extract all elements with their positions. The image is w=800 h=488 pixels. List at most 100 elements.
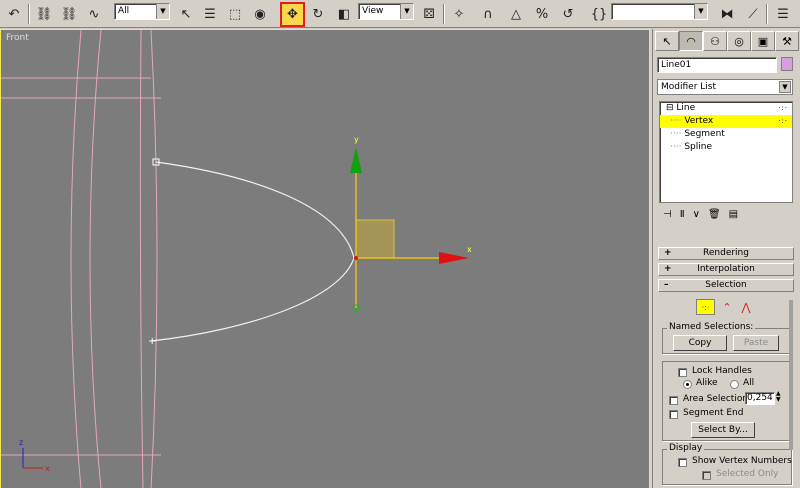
unlink-selection-icon[interactable]: ⛓ [58,3,80,25]
segment-end-checkbox[interactable] [669,410,678,419]
modifier-stack: ⊟ Line ·:· ···· Vertex ·:· ···· Segment … [659,101,793,203]
collapse-icon: – [664,280,669,290]
hierarchy-tab-icon[interactable]: ⚇ [703,31,727,51]
rectangular-selection-icon[interactable]: ⬚ [224,3,246,25]
command-panel-scrollbar[interactable] [789,300,793,450]
align-icon[interactable]: ⟋ [742,3,764,25]
selected-only-label: Selected Only [716,469,779,479]
stack-item-label: Vertex [684,116,714,126]
reference-coordinate-value: View [362,6,384,16]
mirror-icon[interactable]: ⧓ [716,3,738,25]
chevron-down-icon: ▼ [156,4,169,19]
selection-options-group: Lock Handles Alike All Area Selection: 0… [662,361,792,441]
make-unique-icon[interactable]: ∨ [693,209,700,225]
selected-only-checkbox[interactable] [702,471,711,480]
stack-item-vertex[interactable]: ···· Vertex ·:· [660,115,792,128]
undo-icon[interactable]: ↶ [3,3,25,25]
gizmo-y-arrow[interactable] [350,147,362,173]
show-vertex-numbers-label: Show Vertex Numbers [692,456,792,466]
group-title: Named Selections: [667,322,756,332]
vertex-level-icon[interactable]: ·:· [696,299,715,315]
stack-item-line[interactable]: ⊟ Line ·:· [660,102,792,115]
named-selection-set-dropdown[interactable]: ▼ [611,3,708,20]
vertex-handle[interactable]: + [148,336,156,347]
all-radio[interactable] [730,380,739,389]
use-pivot-center-icon[interactable]: ⚄ [418,3,440,25]
modify-tab-icon[interactable]: ◠ [679,31,703,51]
pin-stack-icon[interactable]: ⊣ [663,209,672,225]
select-by-button[interactable]: Select By... [691,422,755,438]
stack-item-spline[interactable]: ···· Spline [660,141,792,154]
configure-modifier-sets-icon[interactable]: ▤ [729,209,738,225]
spline-level-icon[interactable]: ⋀ [737,299,755,315]
tripod-x-label: x [45,464,50,473]
angle-snap-icon[interactable]: △ [505,3,527,25]
rendering-rollout[interactable]: + Rendering [658,247,794,260]
viewport-label[interactable]: Front [6,33,29,43]
lock-handles-label: Lock Handles [692,366,752,376]
bind-to-space-warp-icon[interactable]: ∿ [83,3,105,25]
rollout-title: Rendering [703,248,749,258]
utilities-tab-icon[interactable]: ⚒ [775,31,799,51]
stack-item-label: Spline [684,142,712,152]
select-and-rotate-icon[interactable]: ↻ [307,3,329,25]
snaps-toggle-icon[interactable]: ∩ [477,3,499,25]
chevron-down-icon: ▼ [694,4,707,19]
reference-coordinate-dropdown[interactable]: View ▼ [358,3,414,20]
object-color-swatch[interactable] [781,57,793,71]
select-and-scale-icon[interactable]: ◧ [333,3,355,25]
layer-manager-icon[interactable]: ☰ [772,3,794,25]
toolbar-separator [766,4,768,24]
show-end-result-icon[interactable]: Ⅱ [680,209,685,225]
stack-buttons: ⊣ Ⅱ ∨ 🗑 ▤ [659,209,793,225]
show-vertex-numbers-checkbox[interactable] [678,458,687,467]
command-panel-tabs: ↖ ◠ ⚇ ◎ ▣ ⚒ [655,31,799,53]
spinner-snap-icon[interactable]: ↺ [557,3,579,25]
create-tab-icon[interactable]: ↖ [655,31,679,51]
chevron-down-icon: ▼ [779,81,791,93]
interpolation-rollout[interactable]: + Interpolation [658,263,794,276]
segment-level-icon[interactable]: ⌃ [718,299,736,315]
collapse-icon[interactable]: ⊟ [666,103,674,113]
modifier-list-label: Modifier List [661,82,716,92]
segment-end-label: Segment End [683,408,744,418]
select-and-move-icon[interactable]: ✥ [280,2,305,27]
display-tab-icon[interactable]: ▣ [751,31,775,51]
expand-icon: + [664,248,672,258]
copy-button[interactable]: Copy [673,335,727,351]
object-name-field[interactable]: Line01 [657,57,777,73]
line01-spline[interactable] [150,161,355,342]
gizmo-y-label: y [354,135,359,144]
chevron-down-icon: ▼ [400,4,413,19]
lock-handles-checkbox[interactable] [678,368,687,377]
area-selection-input[interactable]: 0,254 [745,392,775,405]
gizmo-x-arrow[interactable] [439,252,469,264]
remove-modifier-icon[interactable]: 🗑 [708,209,721,225]
area-selection-spinner[interactable]: ▲ ▼ [776,391,781,403]
edit-named-selection-icon[interactable]: {} [588,3,610,25]
expand-icon: + [664,264,672,274]
select-by-name-icon[interactable]: ☰ [199,3,221,25]
alike-radio[interactable] [683,380,692,389]
gizmo-plane-handle[interactable] [355,219,395,259]
window-crossing-icon[interactable]: ◉ [249,3,271,25]
area-selection-checkbox[interactable] [669,396,678,405]
named-selections-group: Named Selections: Copy Paste [662,322,792,354]
select-and-link-icon[interactable]: ⛓ [33,3,55,25]
paste-button[interactable]: Paste [733,335,779,351]
front-viewport[interactable]: + y x z x Front [0,29,650,488]
stack-item-segment[interactable]: ···· Segment [660,128,792,141]
selection-rollout[interactable]: – Selection [658,279,794,292]
rollout-title: Interpolation [697,264,755,274]
alike-label: Alike [696,378,718,388]
percent-snap-icon[interactable]: % [531,3,553,25]
tree-connector: ···· [670,142,682,152]
modifier-list-dropdown[interactable]: Modifier List ▼ [657,79,793,95]
main-toolbar: ↶ ⛓ ⛓ ∿ All ▼ ↖ ☰ ⬚ ◉ ✥ ↻ ◧ View ▼ ⚄ ✧ ∩… [0,0,800,28]
all-label: All [743,378,755,388]
motion-tab-icon[interactable]: ◎ [727,31,751,51]
selection-filter-dropdown[interactable]: All ▼ [114,3,170,20]
area-selection-label: Area Selection: [683,394,752,404]
select-and-manipulate-icon[interactable]: ✧ [448,3,470,25]
select-object-icon[interactable]: ↖ [175,3,197,25]
